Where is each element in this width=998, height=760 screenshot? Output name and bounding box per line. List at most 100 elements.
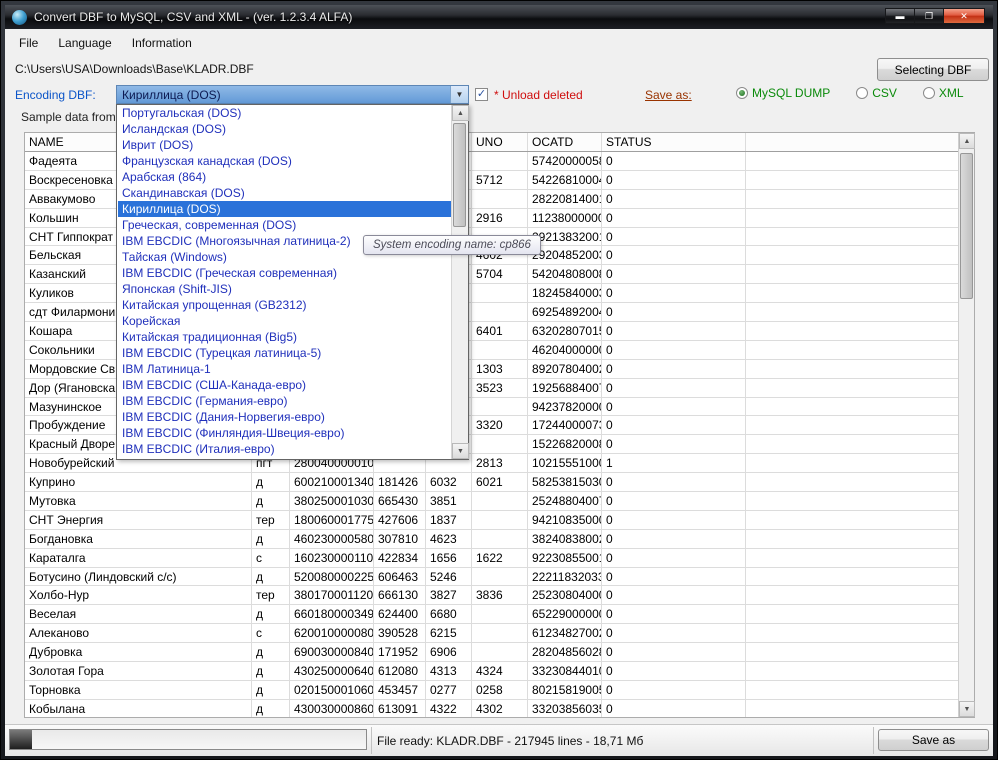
cell-status: 0: [602, 378, 746, 397]
cell-uno: 2916: [472, 208, 528, 227]
table-row[interactable]: Торновка д 0201500010600 453457 0277 0258 8021…: [25, 680, 958, 700]
table-row[interactable]: Богдановка д 4602300005800 307810 4623 382408…: [25, 529, 958, 549]
dropdown-scrollbar[interactable]: ▲ ▼: [451, 105, 469, 459]
format-label: CSV: [872, 86, 897, 100]
scroll-down-icon[interactable]: ▼: [452, 443, 469, 459]
cell-gninmb: 6680: [426, 605, 472, 624]
save-as-link[interactable]: Save as:: [645, 88, 692, 102]
cell-index: 427606: [374, 510, 426, 529]
format-option-xml[interactable]: XML: [922, 86, 964, 100]
encoding-option[interactable]: Португальская (DOS): [118, 105, 451, 121]
table-row[interactable]: Кобылана д 4300300008600 613091 4322 4302 3320…: [25, 699, 958, 717]
cell-code: 3801700011200: [290, 586, 374, 605]
cell-ocatd: 33230844010: [528, 662, 602, 680]
encoding-option[interactable]: Арабская (864): [118, 169, 451, 185]
cell-ocatd: 69254892004: [528, 303, 602, 322]
encoding-option[interactable]: Корейская: [118, 313, 451, 329]
cell-gninmb: 3851: [426, 492, 472, 510]
encoding-combobox[interactable]: Кириллица (DOS) ▼: [116, 85, 469, 104]
table-row[interactable]: Караталга с 1602300001101 422834 1656 1622 922…: [25, 548, 958, 568]
encoding-option[interactable]: IBM EBCDIC (Дания-Норвегия-евро): [118, 409, 451, 425]
selecting-dbf-button[interactable]: Selecting DBF: [877, 58, 989, 81]
encoding-option[interactable]: Французская канадская (DOS): [118, 153, 451, 169]
radio-icon[interactable]: [736, 87, 748, 99]
cell-socr: тер: [252, 586, 290, 605]
encoding-option[interactable]: IBM EBCDIC (Финляндия-Швеция-евро): [118, 425, 451, 441]
cell-uno: 6021: [472, 473, 528, 492]
encoding-option[interactable]: Японская (Shift-JIS): [118, 281, 451, 297]
table-scrollbar[interactable]: ▲ ▼: [958, 133, 975, 717]
column-header-uno[interactable]: UNO: [472, 133, 528, 151]
table-row[interactable]: СНТ Энергия тер 1800600017751 427606 1837 942…: [25, 510, 958, 530]
radio-icon[interactable]: [856, 87, 869, 99]
cell-code: 6601800003499: [290, 605, 374, 624]
encoding-option[interactable]: IBM EBCDIC (Греческая современная): [118, 265, 451, 281]
encoding-option[interactable]: IBM EBCDIC (Турецкая латиница-5): [118, 345, 451, 361]
maximize-button[interactable]: ❐: [914, 8, 943, 24]
menu-item-information[interactable]: Information: [122, 33, 202, 53]
table-row[interactable]: Дубровка д 6900300008400 171952 6906 28204856…: [25, 643, 958, 663]
cell-ocatd: 22211832033: [528, 567, 602, 586]
encoding-option[interactable]: IBM EBCDIC (Италия-евро): [118, 441, 451, 457]
close-button[interactable]: ✕: [943, 8, 985, 24]
table-row[interactable]: Ботусино (Линдовский с/с) д 5200800002251 6…: [25, 567, 958, 587]
cell-status: 0: [602, 416, 746, 435]
table-row[interactable]: Холбо-Нур тер 3801700011200 666130 3827 3836 2…: [25, 586, 958, 606]
menu-item-language[interactable]: Language: [48, 33, 121, 53]
cell-ocatd: 18245840003: [528, 284, 602, 303]
sample-data-label: Sample data from: [21, 110, 116, 124]
minimize-button[interactable]: ▬: [885, 8, 914, 24]
save-as-button[interactable]: Save as: [878, 729, 989, 751]
cell-ocatd: 57420000058: [528, 152, 602, 170]
cell-status: 0: [602, 624, 746, 643]
encoding-option[interactable]: IBM EBCDIC (Германия-евро): [118, 393, 451, 409]
table-row[interactable]: Золотая Гора д 4302500006400 612080 4313 4324…: [25, 662, 958, 681]
column-header-ocatd[interactable]: OCATD: [528, 133, 602, 151]
column-header-status[interactable]: STATUS: [602, 133, 746, 151]
dropdown-scrollbar-thumb[interactable]: [453, 123, 466, 227]
radio-icon[interactable]: [922, 87, 935, 99]
cell-index: 666130: [374, 586, 426, 605]
encoding-option[interactable]: Греческая, современная (DOS): [118, 217, 451, 233]
encoding-label: Encoding DBF:: [15, 88, 96, 102]
scroll-up-icon[interactable]: ▲: [452, 105, 469, 121]
cell-ocatd: 46204000000: [528, 340, 602, 359]
table-row[interactable]: Куприно д 6002100013400 181426 6032 6021 58253…: [25, 473, 958, 493]
table-row[interactable]: Алеканово с 6200100000800 390528 6215 6123482…: [25, 624, 958, 644]
encoding-option[interactable]: IBM Латиница-1: [118, 361, 451, 377]
encoding-option[interactable]: Исландская (DOS): [118, 121, 451, 137]
encoding-tooltip: System encoding name: cp866: [363, 235, 541, 255]
cell-status: 0: [602, 227, 746, 246]
format-option-mysql-dump[interactable]: MySQL DUMP: [736, 86, 830, 100]
encoding-option[interactable]: Кириллица (DOS): [118, 201, 451, 217]
table-row[interactable]: Мутовка д 3802500010300 665430 3851 252488040…: [25, 492, 958, 511]
encoding-option[interactable]: Китайская традиционная (Big5): [118, 329, 451, 345]
cell-uno: 3320: [472, 416, 528, 435]
table-scrollbar-thumb[interactable]: [960, 153, 973, 299]
combo-dropdown-button[interactable]: ▼: [450, 86, 468, 103]
unload-deleted-checkbox[interactable]: ✓: [475, 88, 488, 101]
cell-uno: [472, 435, 528, 454]
cell-status: 0: [602, 322, 746, 340]
encoding-option[interactable]: IBM EBCDIC (США-Канада-евро): [118, 377, 451, 393]
encoding-option[interactable]: Иврит (DOS): [118, 137, 451, 153]
scroll-down-icon[interactable]: ▼: [959, 701, 975, 717]
close-icon: ✕: [960, 10, 968, 21]
cell-uno: [472, 340, 528, 359]
cell-name: Торновка: [25, 680, 252, 699]
app-window: Convert DBF to MySQL, CSV and XML - (ver…: [0, 0, 998, 760]
cell-code: 4300300008600: [290, 699, 374, 717]
table-row[interactable]: Веселая д 6601800003499 624400 6680 652290000…: [25, 605, 958, 625]
cell-socr: д: [252, 567, 290, 586]
encoding-option[interactable]: IBM EBCDIC (И: [118, 457, 451, 459]
title-bar[interactable]: Convert DBF to MySQL, CSV and XML - (ver…: [5, 5, 993, 29]
cell-index: 612080: [374, 662, 426, 680]
encoding-option[interactable]: Скандинавская (DOS): [118, 185, 451, 201]
cell-socr: д: [252, 473, 290, 492]
scroll-up-icon[interactable]: ▲: [959, 133, 975, 149]
cell-status: 0: [602, 510, 746, 529]
menu-item-file[interactable]: File: [9, 33, 48, 53]
format-option-csv[interactable]: CSV: [856, 86, 897, 100]
encoding-option[interactable]: Китайская упрощенная (GB2312): [118, 297, 451, 313]
encoding-dropdown: Португальская (DOS) Исландская (DOS) Иврит…: [116, 104, 469, 460]
